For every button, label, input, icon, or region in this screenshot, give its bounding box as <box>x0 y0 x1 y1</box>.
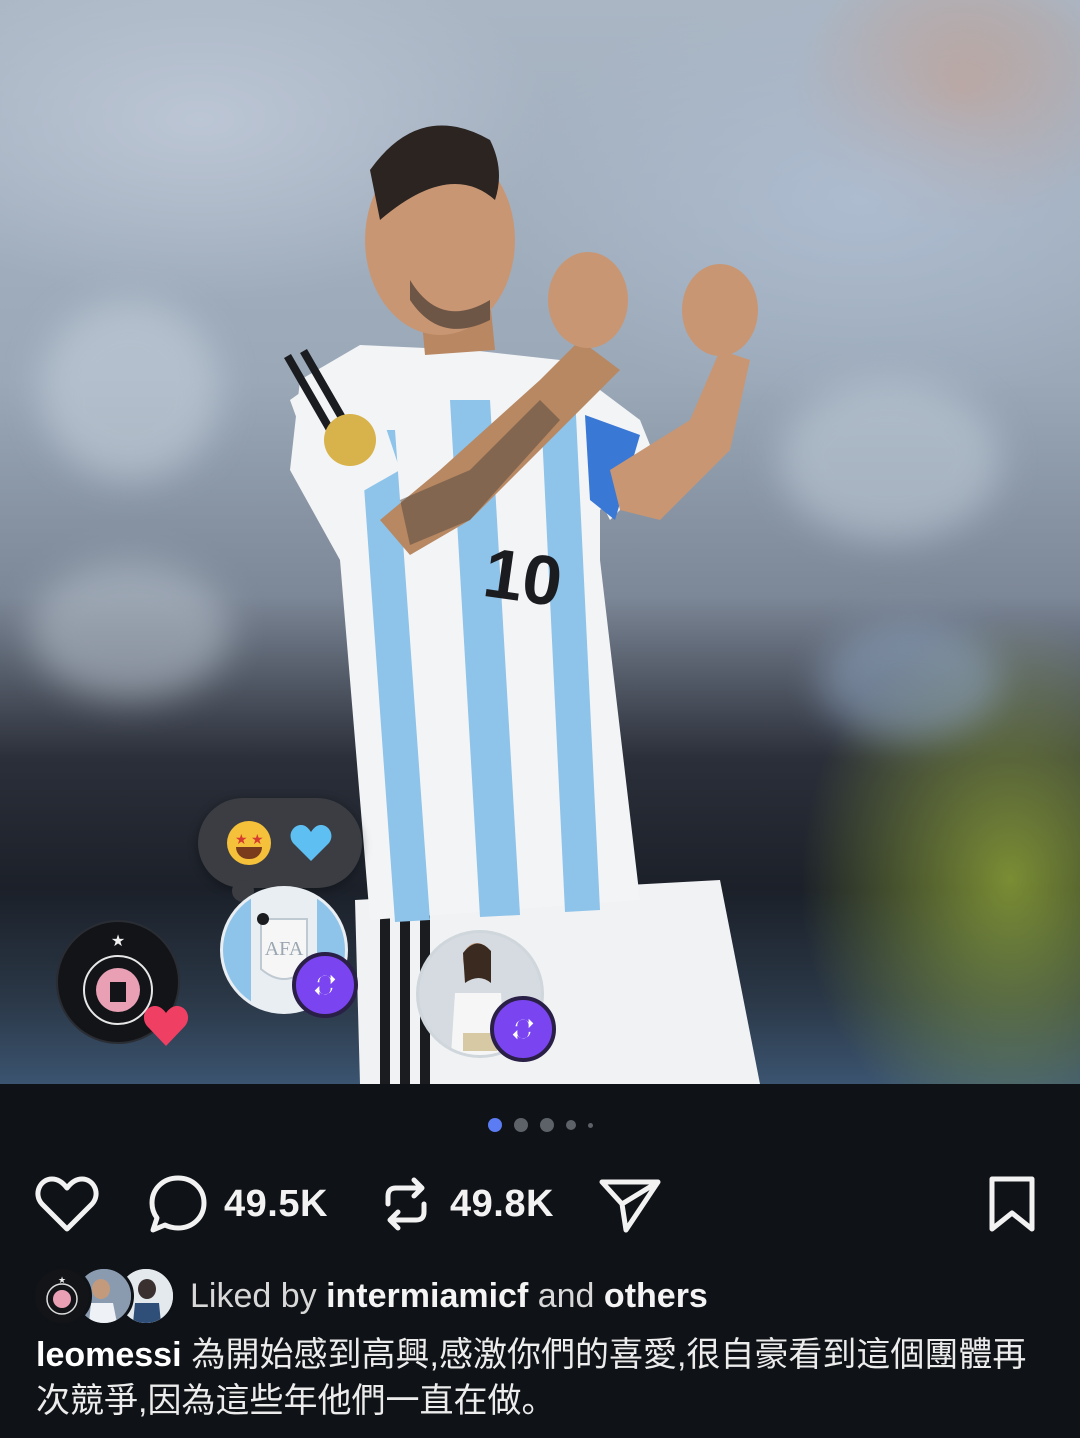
send-paper-plane-icon <box>599 1179 661 1233</box>
svg-text:★: ★ <box>111 931 125 950</box>
liked-by-username[interactable]: intermiamicf <box>326 1277 528 1315</box>
like-button[interactable] <box>34 1164 100 1244</box>
player-figure: 10 <box>284 125 760 1084</box>
svg-text:★: ★ <box>58 1276 66 1286</box>
bookmark-icon <box>989 1176 1035 1232</box>
liked-by-row[interactable]: ★ Liked by intermiamicf and others <box>32 1266 708 1326</box>
action-bar: 49.5K 49.8K <box>0 1164 1080 1244</box>
comment-count: 49.5K <box>224 1182 328 1225</box>
caption-username[interactable]: leomessi <box>36 1336 182 1374</box>
reaction-bubble: ★ ★ <box>198 798 362 916</box>
carousel-dot[interactable] <box>539 1118 554 1132</box>
repost-badge-icon <box>292 952 358 1018</box>
post-photo[interactable]: 10 ★ ★ ★ AFA <box>0 0 1080 1084</box>
carousel-indicator <box>0 1118 1080 1132</box>
repost-button[interactable]: 49.8K <box>376 1164 554 1244</box>
liked-by-others[interactable]: others <box>604 1277 708 1315</box>
caption-text: 為開始感到高興,感激你們的喜愛,很自豪看到這個團體再次競爭,因為這些年他們一直在… <box>36 1336 1027 1420</box>
repost-icon <box>385 1177 427 1231</box>
bookmark-button[interactable] <box>984 1164 1040 1244</box>
carousel-dot[interactable] <box>513 1118 528 1132</box>
carousel-dot[interactable] <box>487 1118 502 1132</box>
blue-heart-icon <box>290 825 332 861</box>
liked-by-connector: and <box>537 1276 595 1315</box>
share-button[interactable] <box>596 1164 664 1244</box>
liked-by-prefix: Liked by <box>190 1276 317 1315</box>
comment-button[interactable]: 49.5K <box>146 1164 328 1244</box>
liker-avatar: ★ <box>32 1266 92 1326</box>
repost-count: 49.8K <box>450 1182 554 1225</box>
carousel-dot[interactable] <box>587 1122 593 1128</box>
repost-badge-icon <box>490 996 556 1062</box>
liked-by-text: Liked by intermiamicf and others <box>190 1277 708 1316</box>
comment-bubble-icon <box>149 1175 207 1233</box>
svg-text:AFA: AFA <box>265 938 304 960</box>
carousel-dot[interactable] <box>565 1120 576 1130</box>
svg-text:10: 10 <box>479 533 567 621</box>
heart-outline-icon <box>35 1176 99 1232</box>
heart-reaction-icon <box>143 1006 189 1046</box>
post-caption: leomessi 為開始感到高興,感激你們的喜愛,很自豪看到這個團體再次競爭,因為… <box>36 1332 1046 1424</box>
star-struck-emoji-icon: ★ ★ <box>227 821 271 865</box>
